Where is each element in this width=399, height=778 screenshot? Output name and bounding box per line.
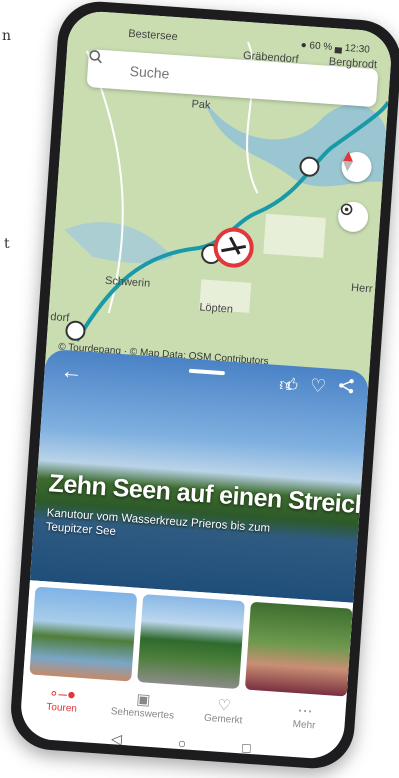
nav-gemerkt[interactable]: ♡ Gemerkt [188,694,260,728]
map-label: Pak [191,98,211,112]
photo-thumbnail[interactable] [29,586,138,682]
more-icon: ⋯ [296,702,314,721]
photo-thumbnail[interactable] [137,594,246,690]
share-icon[interactable] [337,377,354,400]
cutoff-text-t: t [4,236,10,252]
gallery-icon: ▣ [135,690,152,709]
search-input[interactable] [127,61,332,94]
nav-label: Gemerkt [203,712,243,727]
map-label: dorf [49,310,70,325]
tour-detail-sheet[interactable]: ← 1 👍︎ ♡ Zehn Seen auf einen Streich Kan… [29,348,370,603]
route-icon: ∘–● [48,684,77,704]
nav-sehenswertes[interactable]: ▣ Sehenswertes [107,688,179,722]
system-back-icon[interactable]: ◁ [110,730,123,751]
system-recents-icon[interactable]: □ [241,739,252,760]
heart-icon: ♡ [216,696,232,715]
phone-frame: ● 60 % ▄ 12:30 Bestersee Gräbendorf Berg… [8,0,399,772]
search-icon [89,50,118,78]
route-waypoint-marker [299,156,320,177]
photo-thumbnail[interactable] [244,601,353,697]
app-screen: ● 60 % ▄ 12:30 Bestersee Gräbendorf Berg… [18,9,394,761]
nav-mehr[interactable]: ⋯ Mehr [269,699,341,733]
back-arrow-icon[interactable]: ← [60,358,84,385]
nav-label: Sehenswertes [110,706,175,722]
tour-actions: 👍︎ ♡ [279,373,355,400]
heart-icon[interactable]: ♡ [309,375,326,398]
thumbs-up-icon[interactable]: 👍︎ [279,373,299,396]
nav-label: Touren [45,701,78,715]
system-home-icon[interactable]: ○ [177,735,187,756]
map-view[interactable]: ● 60 % ▄ 12:30 Bestersee Gräbendorf Berg… [44,9,394,392]
map-label: Herr [350,281,373,296]
cutoff-text-n: n [2,28,12,44]
nav-label: Mehr [292,718,316,732]
map-label: Löpten [198,301,234,316]
nav-touren[interactable]: ∘–● Touren [26,682,98,716]
sheet-drag-handle[interactable] [188,368,226,376]
